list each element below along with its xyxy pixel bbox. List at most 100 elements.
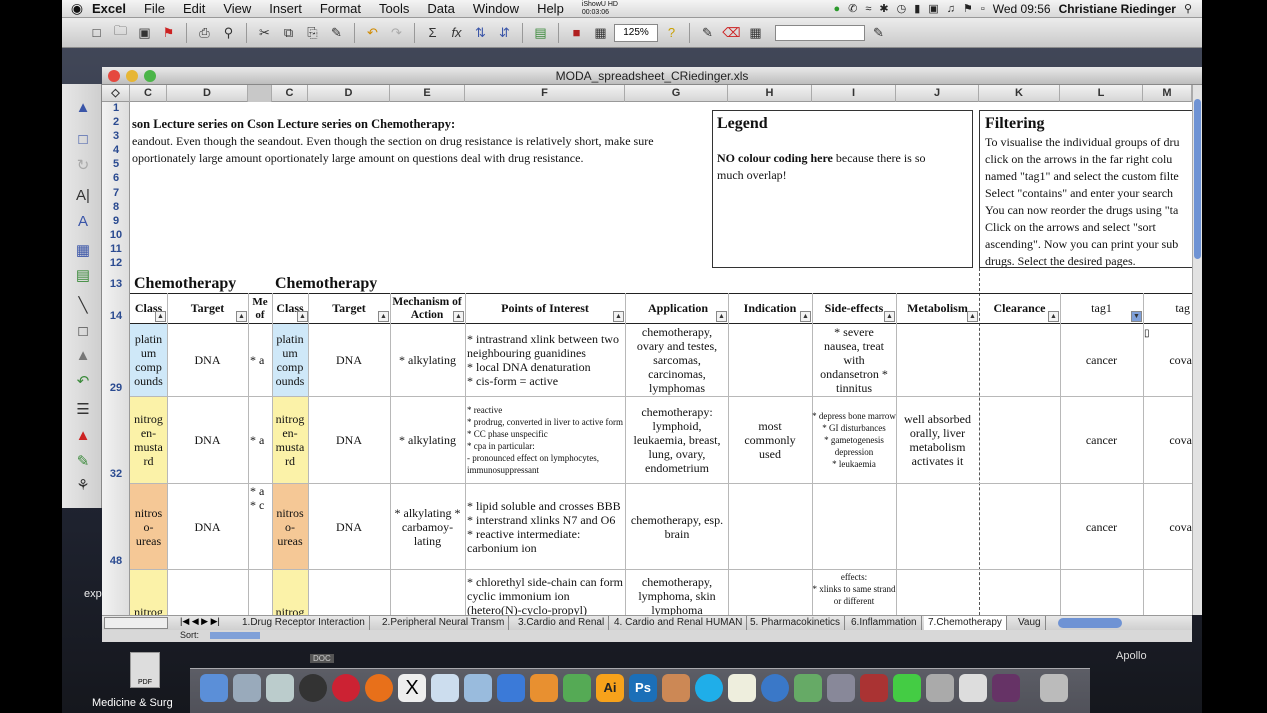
menu-insert[interactable]: Insert xyxy=(269,1,302,16)
time-machine-icon[interactable]: ◷ xyxy=(897,2,907,15)
powerpoint-icon[interactable] xyxy=(530,674,558,702)
menu-edit[interactable]: Edit xyxy=(183,1,205,16)
cell-side-effects[interactable]: * depress bone marrow * GI disturbances … xyxy=(812,397,896,483)
row-number[interactable]: 10 xyxy=(102,229,130,241)
trash-icon[interactable] xyxy=(1040,674,1068,702)
cell-mechanism[interactable]: * alkylating xyxy=(390,397,465,483)
new-icon[interactable]: □ xyxy=(86,22,107,43)
vertical-scroll-thumb[interactable] xyxy=(1194,99,1201,259)
select-all-icon[interactable]: ◇ xyxy=(102,85,130,102)
text-box-icon[interactable]: A| xyxy=(68,184,98,206)
menu-help[interactable]: Help xyxy=(537,1,564,16)
sheet-tab[interactable]: 5. Pharmacokinetics xyxy=(746,616,846,630)
apple-menu-icon[interactable]: ◉ xyxy=(62,0,92,17)
sheet-tab[interactable]: 3.Cardio and Renal xyxy=(514,616,610,630)
cell-class[interactable]: platin um comp ounds xyxy=(130,324,167,396)
cell-points-of-interest[interactable]: * chlorethyl side-chain can form cyclic … xyxy=(465,575,625,615)
cell-mechanism[interactable]: * alkylating * carbamoy- lating xyxy=(390,484,465,569)
cell-mechanism-truncated[interactable]: * a xyxy=(248,397,272,483)
cell-target[interactable]: DNA xyxy=(167,324,248,396)
autofilter-button[interactable]: ▲ xyxy=(378,311,389,322)
column-header[interactable]: I xyxy=(812,85,896,102)
growl-icon[interactable] xyxy=(794,674,822,702)
marquee-icon[interactable]: □ xyxy=(68,128,98,150)
cell-tag[interactable]: cova xyxy=(1143,484,1192,569)
skype-icon[interactable] xyxy=(695,674,723,702)
autofilter-button[interactable]: ▲ xyxy=(716,311,727,322)
autofilter-button[interactable]: ▲ xyxy=(297,311,308,322)
cell-target[interactable]: DNA xyxy=(167,484,248,569)
flag-icon[interactable]: ⚑ xyxy=(963,2,973,15)
cell-application[interactable]: chemotherapy, lymphoma, skin lymphoma xyxy=(628,575,726,615)
paste-icon[interactable]: ⎘ xyxy=(302,22,323,43)
column-header-hidden[interactable] xyxy=(248,85,272,102)
sort-ascending-icon[interactable]: ⇅ xyxy=(470,22,491,43)
autofilter-button[interactable]: ▲ xyxy=(800,311,811,322)
preview-icon[interactable] xyxy=(959,674,987,702)
function-icon[interactable]: fx xyxy=(446,22,467,43)
cell-target[interactable]: DNA xyxy=(167,397,248,483)
bluetooth-icon[interactable]: ✱ xyxy=(879,2,888,15)
autofilter-button[interactable]: ▲ xyxy=(155,311,166,322)
firefox-icon[interactable] xyxy=(365,674,393,702)
tab-scroll-arrows-icon[interactable]: |◀ ◀ ▶ ▶| xyxy=(180,616,220,627)
recorder-status[interactable]: iShowU HD 00:03:06 xyxy=(582,1,618,17)
row-number[interactable]: 48 xyxy=(102,555,130,567)
refresh-icon[interactable]: ↻ xyxy=(68,154,98,176)
desktop-file-label[interactable]: Medicine & Surg xyxy=(92,697,173,709)
cell-points-of-interest[interactable]: * intrastrand xlink between two neighbou… xyxy=(465,324,625,396)
row-number[interactable]: 32 xyxy=(102,468,130,480)
sheet-tab[interactable]: 4. Cardio and Renal HUMAN xyxy=(610,616,748,630)
row-number[interactable]: 9 xyxy=(102,215,130,227)
cell-class[interactable]: nitrog xyxy=(130,605,167,615)
cell-application[interactable]: chemotherapy, ovary and testes, sarcomas… xyxy=(628,324,726,396)
cell-class[interactable]: nitrog xyxy=(272,605,308,615)
print-icon[interactable]: ⎙ xyxy=(194,22,215,43)
sort-descending-icon[interactable]: ⇵ xyxy=(494,22,515,43)
cell-tag[interactable]: cova xyxy=(1143,397,1192,483)
x11-icon[interactable]: X xyxy=(398,674,426,702)
menu-window[interactable]: Window xyxy=(473,1,519,16)
menu-view[interactable]: View xyxy=(223,1,251,16)
border-grid-icon[interactable]: ▦ xyxy=(745,22,766,43)
hd-app-icon[interactable] xyxy=(992,674,1020,702)
spotlight-icon[interactable]: ⚲ xyxy=(1184,2,1192,15)
redo-icon[interactable]: ↷ xyxy=(386,22,407,43)
desktop-drive-label[interactable]: Apollo xyxy=(1116,650,1147,662)
row-number[interactable]: 11 xyxy=(102,243,130,255)
chart-wizard-icon[interactable]: ▤ xyxy=(530,22,551,43)
cell-side-effects[interactable]: effects: * xlinks to same strand or diff… xyxy=(812,571,896,615)
cell-class[interactable]: nitrog en- musta rd xyxy=(272,397,308,483)
cell-application[interactable]: chemotherapy: lymphoid, leukaemia, breas… xyxy=(628,397,726,483)
column-header[interactable]: K xyxy=(979,85,1060,102)
row-number[interactable]: 1 xyxy=(102,102,130,114)
spaces-icon[interactable] xyxy=(827,674,855,702)
autosum-icon[interactable]: Σ xyxy=(422,22,443,43)
row-number[interactable]: 5 xyxy=(102,158,130,170)
clock[interactable]: Wed 09:56 xyxy=(993,2,1051,16)
cell-tag1[interactable]: cancer xyxy=(1060,324,1143,396)
row-number[interactable]: 29 xyxy=(102,382,130,394)
sheet-tab[interactable]: 2.Peripheral Neural Transm xyxy=(378,616,510,630)
cell-mechanism[interactable]: * alkylating xyxy=(390,324,465,396)
spreadsheet-grid[interactable]: ◇ C D C D E F G H I J K L M 1 2 3 4 5 6 … xyxy=(102,85,1192,615)
cell-application[interactable]: chemotherapy, esp. brain xyxy=(626,484,728,569)
input-menu-icon[interactable]: ▫ xyxy=(981,3,985,15)
autofilter-button[interactable]: ▲ xyxy=(453,311,464,322)
row-number[interactable]: 14 xyxy=(102,310,130,322)
line-color-icon[interactable]: ✎ xyxy=(68,450,98,472)
cell-points-of-interest[interactable]: * lipid soluble and crosses BBB * inters… xyxy=(465,484,625,569)
row-number[interactable]: 3 xyxy=(102,130,130,142)
photo-icon[interactable] xyxy=(464,674,492,702)
column-header[interactable]: C xyxy=(130,85,167,102)
column-header[interactable]: G xyxy=(625,85,728,102)
connector-icon[interactable]: ↶ xyxy=(68,370,98,392)
toolbox-select-icon[interactable]: ▲ xyxy=(68,96,98,118)
sheet-tab-active[interactable]: 7.Chemotherapy xyxy=(924,616,1007,630)
autofilter-button[interactable]: ▲ xyxy=(884,311,895,322)
display-icon[interactable]: ▣ xyxy=(928,2,938,15)
autofilter-button-active[interactable]: ▼ xyxy=(1131,311,1142,322)
cut-icon[interactable]: ✂ xyxy=(254,22,275,43)
excel-icon[interactable] xyxy=(563,674,591,702)
volume-icon[interactable]: ♫ xyxy=(947,3,955,15)
